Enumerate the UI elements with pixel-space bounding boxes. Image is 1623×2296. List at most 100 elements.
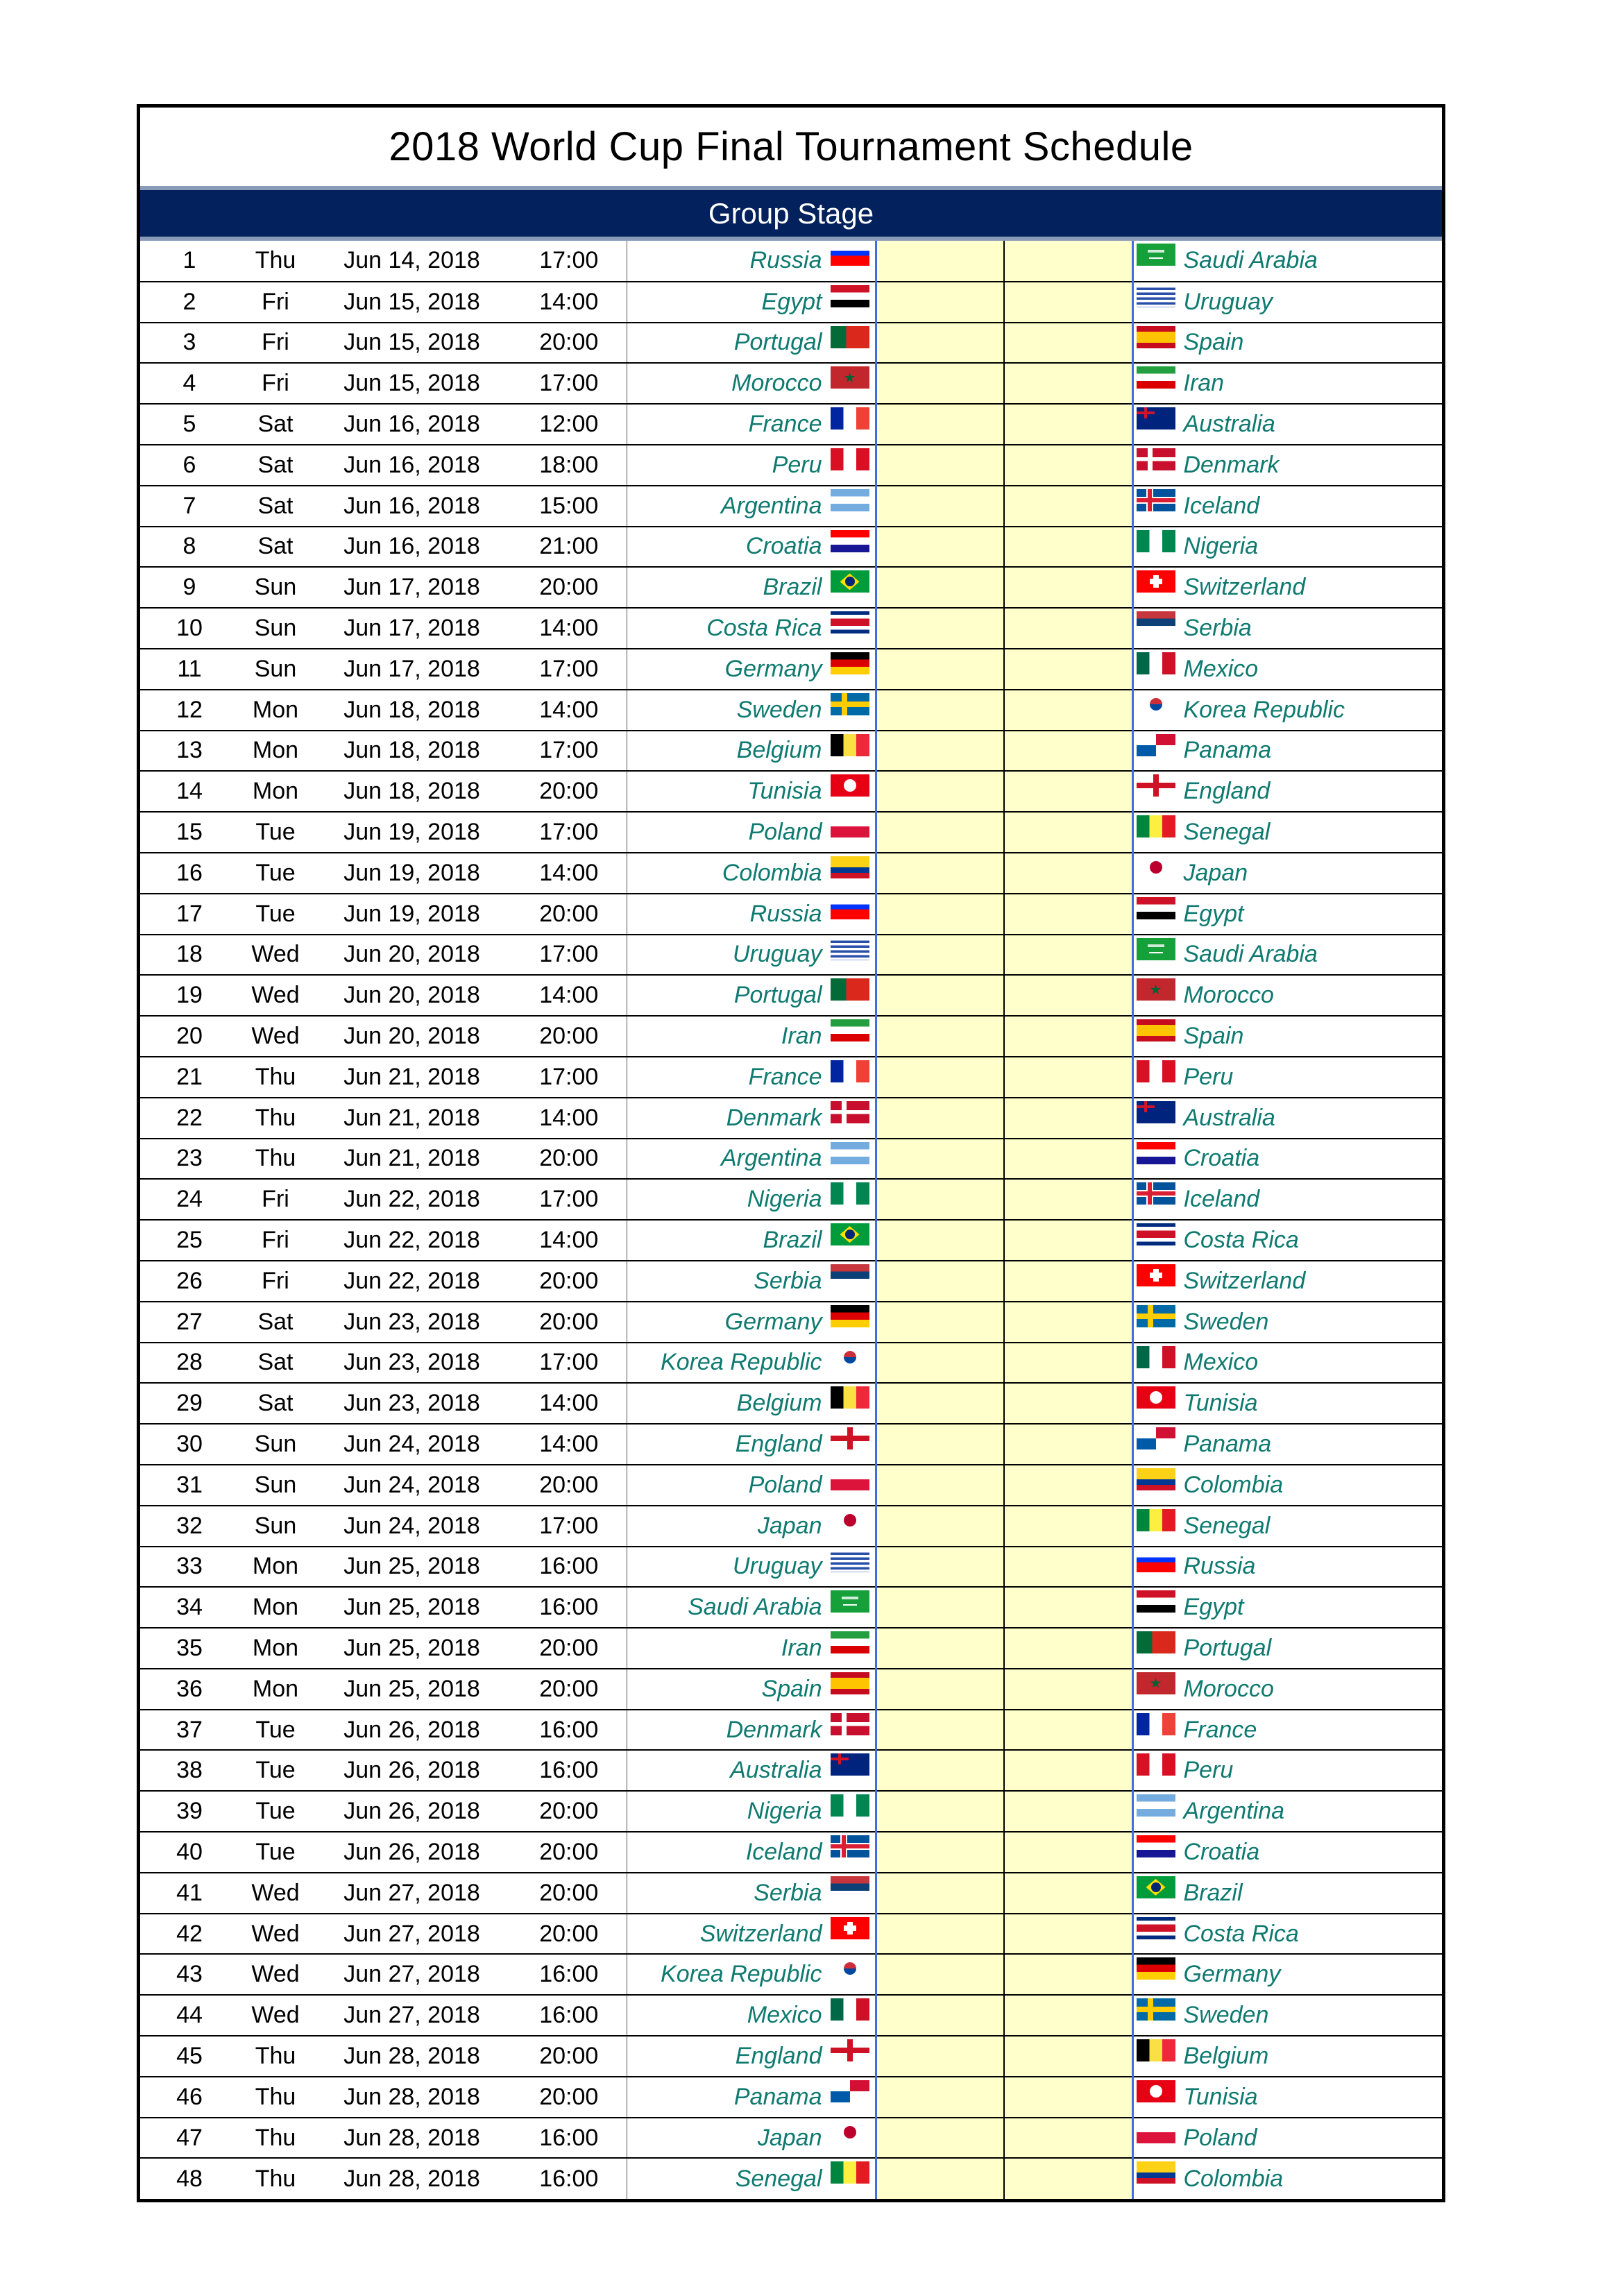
away-score-input[interactable] xyxy=(1004,322,1134,364)
away-score-input[interactable] xyxy=(1004,363,1134,405)
away-score-input[interactable] xyxy=(1004,1301,1134,1343)
away-score-input[interactable] xyxy=(1004,1628,1134,1669)
home-score-input[interactable] xyxy=(876,281,1005,323)
home-score-input[interactable] xyxy=(876,1301,1005,1343)
away-score-input[interactable] xyxy=(1004,1913,1134,1955)
away-score-input[interactable] xyxy=(1004,1016,1134,1057)
home-score-input[interactable] xyxy=(876,730,1005,772)
home-score-input[interactable] xyxy=(876,404,1005,445)
home-score-input[interactable] xyxy=(876,1750,1005,1792)
away-score-input[interactable] xyxy=(1004,608,1134,649)
home-score-input[interactable] xyxy=(876,812,1005,853)
away-score-input[interactable] xyxy=(1004,1056,1134,1098)
home-score-input[interactable] xyxy=(876,1832,1005,1873)
home-team-cell: Egypt xyxy=(627,281,877,323)
away-score-input[interactable] xyxy=(1004,1709,1134,1751)
home-score-input[interactable] xyxy=(876,1424,1005,1465)
home-score-input[interactable] xyxy=(876,975,1005,1017)
away-score-input[interactable] xyxy=(1004,2076,1134,2118)
home-score-input[interactable] xyxy=(876,1097,1005,1139)
away-score-input[interactable] xyxy=(1004,852,1134,894)
away-score-input[interactable] xyxy=(1004,1138,1134,1180)
away-score-input[interactable] xyxy=(1004,1546,1134,1588)
away-score-input[interactable] xyxy=(1004,1260,1134,1302)
away-score-input[interactable] xyxy=(1004,1505,1134,1547)
away-score-input[interactable] xyxy=(1004,1954,1134,1996)
match-day: Fri xyxy=(239,1220,312,1261)
match-time: 14:00 xyxy=(511,1097,627,1139)
home-score-input[interactable] xyxy=(876,1138,1005,1180)
home-score-input[interactable] xyxy=(876,1383,1005,1425)
home-score-input[interactable] xyxy=(876,1505,1005,1547)
away-score-input[interactable] xyxy=(1004,281,1134,323)
home-score-input[interactable] xyxy=(876,1342,1005,1384)
home-score-input[interactable] xyxy=(876,1668,1005,1710)
egypt-flag-icon xyxy=(830,284,869,307)
home-score-input[interactable] xyxy=(876,485,1005,527)
away-score-input[interactable] xyxy=(1004,1097,1134,1139)
home-score-input[interactable] xyxy=(876,1628,1005,1669)
away-score-input[interactable] xyxy=(1004,648,1134,690)
home-score-input[interactable] xyxy=(876,363,1005,405)
home-score-input[interactable] xyxy=(876,2076,1005,2118)
home-score-input[interactable] xyxy=(876,1464,1005,1506)
away-score-input[interactable] xyxy=(1004,1872,1134,1914)
away-score-input[interactable] xyxy=(1004,893,1134,935)
away-score-input[interactable] xyxy=(1004,404,1134,445)
away-score-input[interactable] xyxy=(1004,1668,1134,1710)
home-score-input[interactable] xyxy=(876,1954,1005,1996)
home-score-input[interactable] xyxy=(876,893,1005,935)
away-score-input[interactable] xyxy=(1004,1832,1134,1873)
home-score-input[interactable] xyxy=(876,1995,1005,2037)
away-score-input[interactable] xyxy=(1004,1587,1134,1629)
home-score-input[interactable] xyxy=(876,608,1005,649)
away-score-input[interactable] xyxy=(1004,1464,1134,1506)
home-score-input[interactable] xyxy=(876,1709,1005,1751)
home-score-input[interactable] xyxy=(876,322,1005,364)
away-score-input[interactable] xyxy=(1004,1220,1134,1261)
home-score-input[interactable] xyxy=(876,567,1005,609)
home-score-input[interactable] xyxy=(876,241,1005,282)
away-score-input[interactable] xyxy=(1004,2117,1134,2159)
away-score-input[interactable] xyxy=(1004,934,1134,976)
away-score-input[interactable] xyxy=(1004,485,1134,527)
away-score-input[interactable] xyxy=(1004,730,1134,772)
home-score-input[interactable] xyxy=(876,1179,1005,1221)
home-score-input[interactable] xyxy=(876,2117,1005,2159)
away-score-input[interactable] xyxy=(1004,975,1134,1017)
home-score-input[interactable] xyxy=(876,1587,1005,1629)
home-score-input[interactable] xyxy=(876,2036,1005,2077)
away-score-input[interactable] xyxy=(1004,1383,1134,1425)
home-score-input[interactable] xyxy=(876,1220,1005,1261)
away-score-input[interactable] xyxy=(1004,1791,1134,1833)
home-score-input[interactable] xyxy=(876,689,1005,731)
home-score-input[interactable] xyxy=(876,934,1005,976)
home-score-input[interactable] xyxy=(876,1872,1005,1914)
away-score-input[interactable] xyxy=(1004,241,1134,282)
home-score-input[interactable] xyxy=(876,1260,1005,1302)
away-score-input[interactable] xyxy=(1004,771,1134,813)
home-score-input[interactable] xyxy=(876,1016,1005,1057)
home-score-input[interactable] xyxy=(876,526,1005,568)
away-score-input[interactable] xyxy=(1004,1995,1134,2037)
home-score-input[interactable] xyxy=(876,771,1005,813)
away-score-input[interactable] xyxy=(1004,1750,1134,1792)
away-score-input[interactable] xyxy=(1004,812,1134,853)
away-score-input[interactable] xyxy=(1004,567,1134,609)
home-score-input[interactable] xyxy=(876,1913,1005,1955)
away-score-input[interactable] xyxy=(1004,2158,1134,2200)
home-score-input[interactable] xyxy=(876,648,1005,690)
away-score-input[interactable] xyxy=(1004,689,1134,731)
away-score-input[interactable] xyxy=(1004,1179,1134,1221)
away-score-input[interactable] xyxy=(1004,1424,1134,1465)
away-score-input[interactable] xyxy=(1004,2036,1134,2077)
home-score-input[interactable] xyxy=(876,1791,1005,1833)
home-score-input[interactable] xyxy=(876,1546,1005,1588)
away-score-input[interactable] xyxy=(1004,444,1134,486)
home-score-input[interactable] xyxy=(876,1056,1005,1098)
home-score-input[interactable] xyxy=(876,852,1005,894)
home-score-input[interactable] xyxy=(876,2158,1005,2200)
away-score-input[interactable] xyxy=(1004,1342,1134,1384)
away-score-input[interactable] xyxy=(1004,526,1134,568)
home-score-input[interactable] xyxy=(876,444,1005,486)
